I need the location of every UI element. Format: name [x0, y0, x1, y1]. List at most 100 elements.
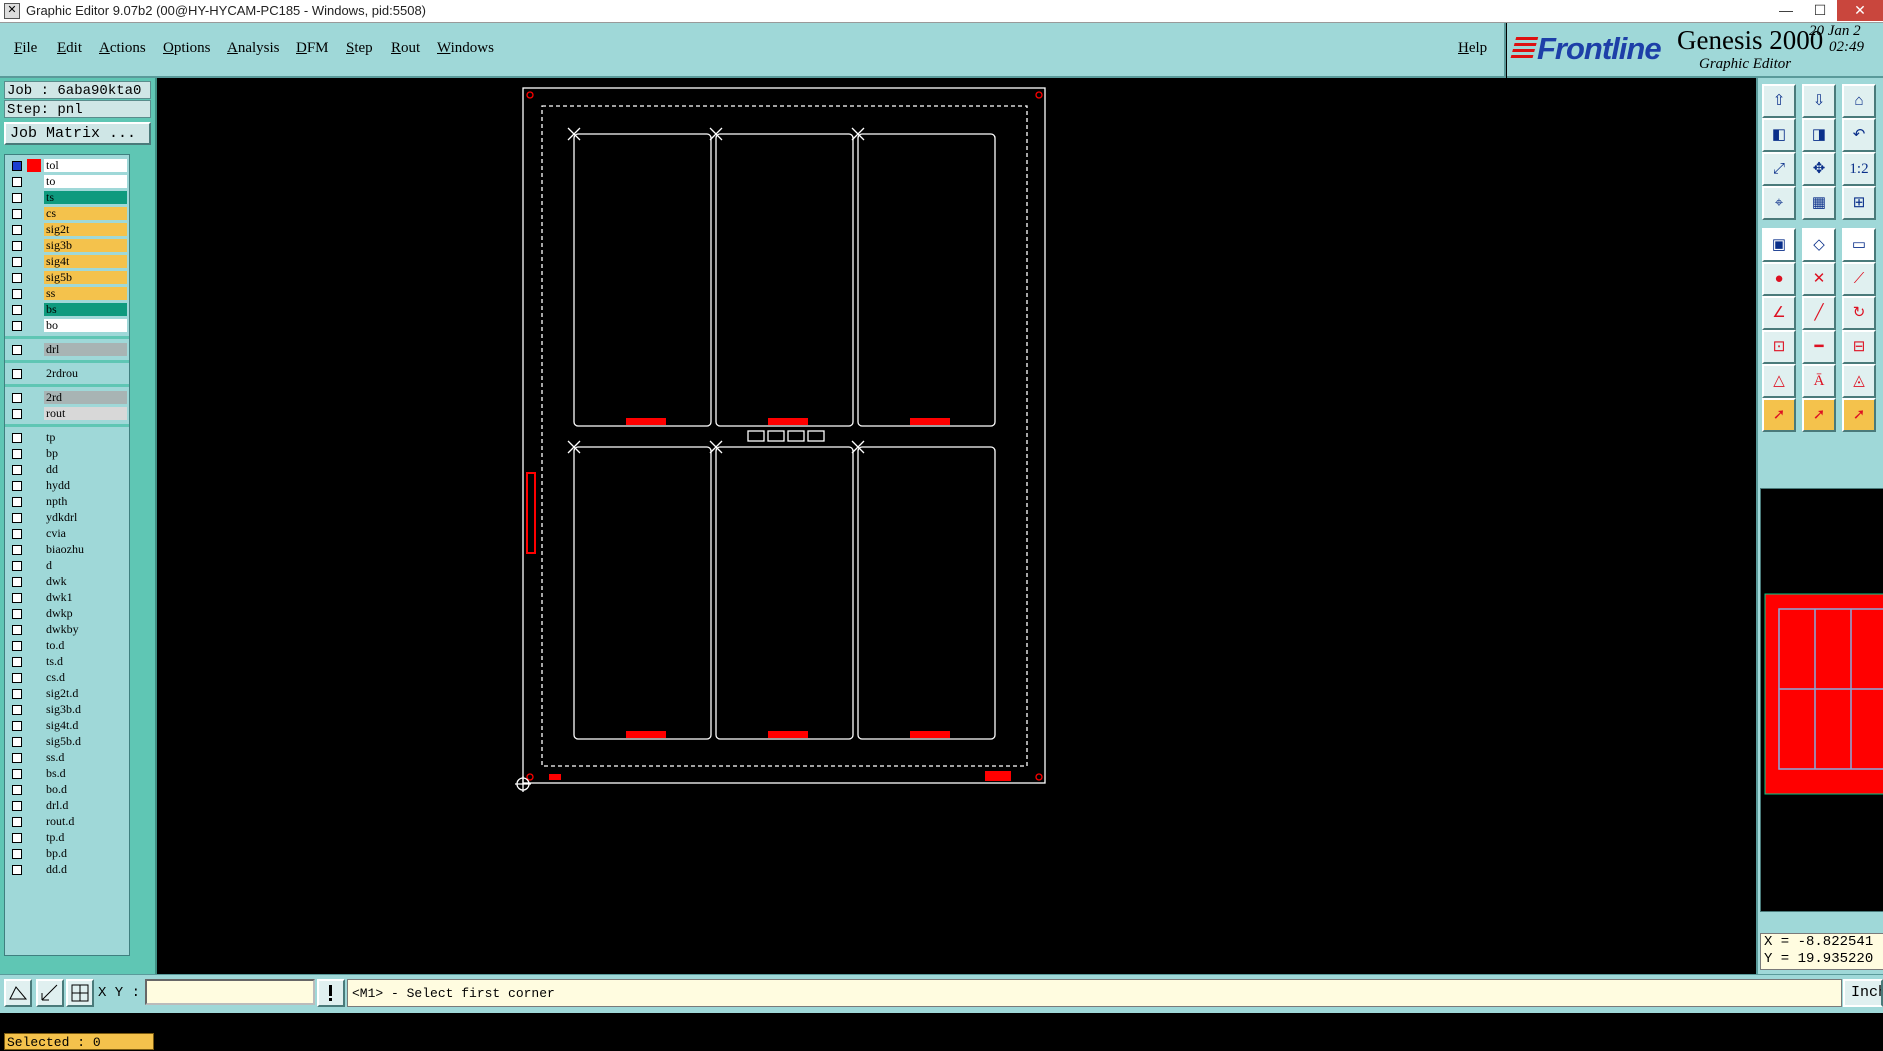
side-red-label[interactable] — [526, 472, 536, 554]
layer-name[interactable]: dd — [44, 463, 127, 476]
origin-cross[interactable] — [515, 776, 531, 792]
pcb-unit-outline[interactable] — [573, 446, 712, 740]
layer-row-2rd[interactable]: 2rd — [7, 391, 127, 404]
corner-hole[interactable] — [526, 91, 534, 99]
layer-name[interactable]: sig3b.d — [44, 703, 127, 716]
polygon-icon[interactable]: Ā — [1802, 364, 1836, 398]
layer-name[interactable]: npth — [44, 495, 127, 508]
pcb-unit-red-pad[interactable] — [768, 418, 808, 425]
minimize-icon[interactable]: — — [1769, 0, 1803, 21]
layer-checkbox[interactable] — [12, 449, 22, 459]
layer-row-bp.d[interactable]: bp.d — [7, 847, 127, 860]
layer-row-ss.d[interactable]: ss.d — [7, 751, 127, 764]
zoom-ratio-icon[interactable]: 1:2 — [1842, 152, 1876, 186]
move-to-top-icon[interactable]: ⇧ — [1762, 84, 1796, 118]
pcb-unit-red-pad[interactable] — [626, 418, 666, 425]
corner-hole[interactable] — [526, 773, 534, 781]
layer-name[interactable]: dd.d — [44, 863, 127, 876]
layer-name[interactable]: bp — [44, 447, 127, 460]
layer-name[interactable]: sig5b.d — [44, 735, 127, 748]
layer-checkbox[interactable] — [12, 513, 22, 523]
layer-row-rout.d[interactable]: rout.d — [7, 815, 127, 828]
menu-file[interactable]: File — [14, 40, 37, 57]
layer-checkbox[interactable] — [12, 721, 22, 731]
layer-name[interactable]: rout.d — [44, 815, 127, 828]
menu-windows[interactable]: Windows — [437, 40, 494, 57]
layer-row-ss[interactable]: ss — [7, 287, 127, 300]
layer-row-bo.d[interactable]: bo.d — [7, 783, 127, 796]
undo-view-icon[interactable]: ↶ — [1842, 118, 1876, 152]
layer-name[interactable]: dwk1 — [44, 591, 127, 604]
pan-right-icon[interactable]: ◨ — [1802, 118, 1836, 152]
alert-icon[interactable] — [317, 979, 345, 1007]
layer-row-bo[interactable]: bo — [7, 319, 127, 332]
layer-checkbox[interactable] — [12, 753, 22, 763]
layer-checkbox[interactable] — [12, 769, 22, 779]
layer-row-tol[interactable]: tol — [7, 159, 127, 172]
layer-name[interactable]: 2rd — [44, 391, 127, 404]
layer-row-cs.d[interactable]: cs.d — [7, 671, 127, 684]
layer-row-bp[interactable]: bp — [7, 447, 127, 460]
layer-row-dd[interactable]: dd — [7, 463, 127, 476]
corner-red-mark[interactable] — [985, 771, 1011, 781]
pcb-unit-red-pad[interactable] — [626, 731, 666, 738]
pcb-unit-red-pad[interactable] — [768, 731, 808, 738]
menu-edit[interactable]: Edit — [57, 40, 82, 57]
measure-icon[interactable]: ⊟ — [1842, 330, 1876, 364]
layer-row-tp[interactable]: tp — [7, 431, 127, 444]
layer-row-dd.d[interactable]: dd.d — [7, 863, 127, 876]
layer-row-cs[interactable]: cs — [7, 207, 127, 220]
layer-name[interactable]: bs — [44, 303, 127, 316]
pcb-unit-outline[interactable] — [715, 446, 854, 740]
layer-checkbox[interactable] — [12, 241, 22, 251]
layer-name[interactable]: dwkby — [44, 623, 127, 636]
layer-checkbox[interactable] — [12, 833, 22, 843]
layer-row-2rdrou[interactable]: 2rdrou — [7, 367, 127, 380]
layer-checkbox[interactable] — [12, 289, 22, 299]
layer-name[interactable]: bo.d — [44, 783, 127, 796]
layer-row-sig2t.d[interactable]: sig2t.d — [7, 687, 127, 700]
layer-name[interactable]: rout — [44, 407, 127, 420]
layer-name[interactable]: sig4t.d — [44, 719, 127, 732]
pcb-unit-red-pad[interactable] — [910, 731, 950, 738]
zoom-fit-icon[interactable]: ⤢ — [1762, 152, 1796, 186]
center-slot[interactable] — [747, 430, 765, 442]
layer-checkbox[interactable] — [12, 609, 22, 619]
layer-checkbox[interactable] — [12, 561, 22, 571]
layer-checkbox[interactable] — [12, 785, 22, 795]
snap-icon[interactable]: ⌖ — [1762, 186, 1796, 220]
layer-row-ts.d[interactable]: ts.d — [7, 655, 127, 668]
layer-checkbox[interactable] — [12, 177, 22, 187]
pan-left-icon[interactable]: ◧ — [1762, 118, 1796, 152]
layer-row-sig3b.d[interactable]: sig3b.d — [7, 703, 127, 716]
layer-name[interactable]: sig2t.d — [44, 687, 127, 700]
layer-name[interactable]: to — [44, 175, 127, 188]
layer-row-to.d[interactable]: to.d — [7, 639, 127, 652]
menu-help[interactable]: Help — [1458, 40, 1487, 57]
layer-name[interactable]: cs — [44, 207, 127, 220]
layer-name[interactable]: sig4t — [44, 255, 127, 268]
layers-display-icon[interactable]: ⊞ — [1842, 186, 1876, 220]
layer-name[interactable]: ts — [44, 191, 127, 204]
layer-name[interactable]: tp — [44, 431, 127, 444]
layer-row-tp.d[interactable]: tp.d — [7, 831, 127, 844]
layer-checkbox[interactable] — [12, 545, 22, 555]
layer-name[interactable]: to.d — [44, 639, 127, 652]
corner-hole[interactable] — [1035, 773, 1043, 781]
layer-checkbox[interactable] — [12, 705, 22, 715]
menu-dfm[interactable]: DFM — [296, 40, 329, 57]
layer-row-bs[interactable]: bs — [7, 303, 127, 316]
layer-row-ydkdrl[interactable]: ydkdrl — [7, 511, 127, 524]
zoom-center-icon[interactable]: ✥ — [1802, 152, 1836, 186]
menu-step[interactable]: Step — [346, 40, 373, 57]
layer-checkbox[interactable] — [12, 801, 22, 811]
ruler-icon[interactable]: ▭ — [1842, 228, 1876, 262]
layer-checkbox[interactable] — [12, 193, 22, 203]
layer-checkbox[interactable] — [12, 865, 22, 875]
layer-row-drl[interactable]: drl — [7, 343, 127, 356]
layer-checkbox[interactable] — [12, 305, 22, 315]
menu-options[interactable]: Options — [163, 40, 211, 57]
pad-icon[interactable]: ● — [1762, 262, 1796, 296]
center-slot[interactable] — [767, 430, 785, 442]
select-area-icon[interactable]: ⊡ — [1762, 330, 1796, 364]
